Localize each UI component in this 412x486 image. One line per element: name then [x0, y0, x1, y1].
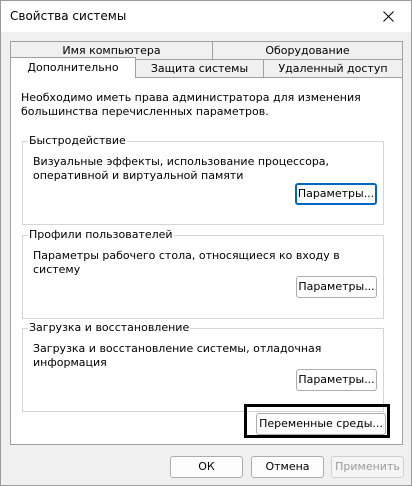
user-profiles-description: Параметры рабочего стола, относящиеся ко…	[33, 249, 340, 276]
performance-title: Быстродействие	[28, 134, 127, 148]
user-profiles-group: Профили пользователей Параметры рабочего…	[22, 228, 384, 319]
admin-notice: Необходимо иметь права администратора дл…	[21, 91, 361, 118]
tab-remote-access[interactable]: Удаленный доступ	[263, 59, 403, 77]
close-icon	[382, 11, 394, 22]
tab-advanced[interactable]: Дополнительно	[10, 57, 136, 78]
highlight-box	[244, 404, 390, 438]
user-profiles-title: Профили пользователей	[28, 228, 174, 242]
tab-system-protection[interactable]: Защита системы	[135, 59, 264, 77]
startup-recovery-description: Загрузка и восстановление системы, отлад…	[33, 342, 322, 369]
advanced-tab-panel: Необходимо иметь права администратора дл…	[10, 77, 403, 445]
cancel-button[interactable]: Отмена	[251, 456, 324, 478]
startup-recovery-group: Загрузка и восстановление Загрузка и вос…	[22, 321, 384, 412]
performance-group: Быстродействие Визуальные эффекты, испол…	[22, 134, 384, 225]
startup-recovery-title: Загрузка и восстановление	[28, 321, 191, 335]
title-bar[interactable]: Свойства системы	[1, 1, 411, 32]
apply-button[interactable]: Применить	[331, 456, 404, 478]
performance-description: Визуальные эффекты, использование процес…	[33, 155, 330, 182]
window-title: Свойства системы	[10, 9, 127, 23]
user-profiles-settings-button[interactable]: Параметры...	[296, 276, 377, 298]
close-button[interactable]	[365, 1, 411, 32]
tab-hardware[interactable]: Оборудование	[212, 41, 403, 59]
startup-recovery-settings-button[interactable]: Параметры...	[296, 369, 377, 391]
ok-button[interactable]: ОК	[170, 456, 243, 478]
performance-settings-button[interactable]: Параметры...	[295, 183, 377, 205]
system-properties-window: Свойства системы Имя компьютера Оборудов…	[0, 0, 412, 486]
